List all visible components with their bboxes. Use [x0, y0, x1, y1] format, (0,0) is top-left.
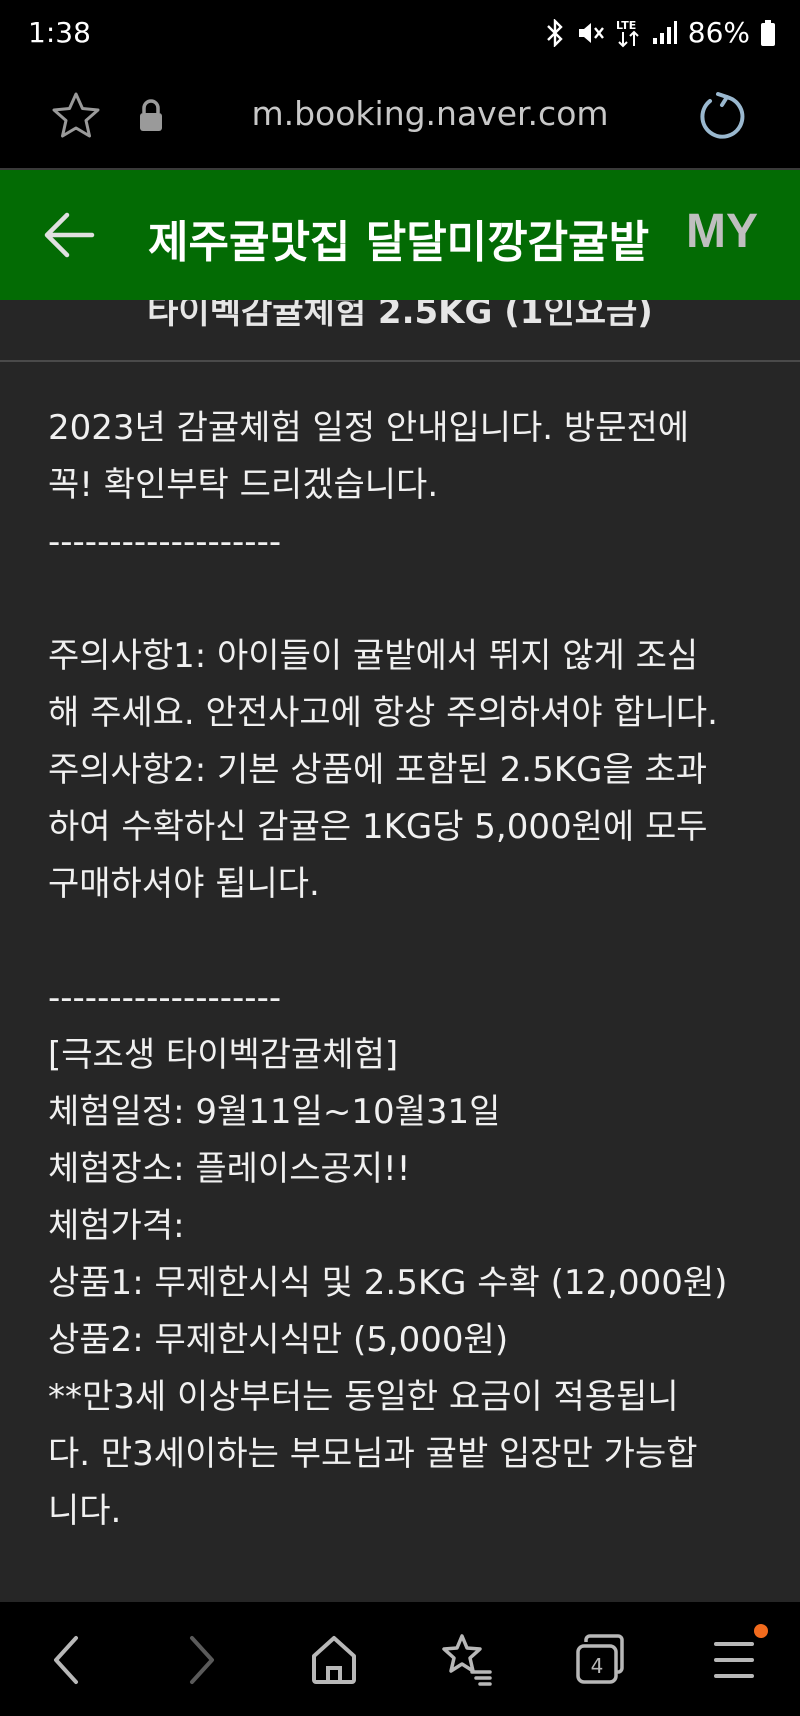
star-icon[interactable]: [50, 90, 102, 142]
reload-icon[interactable]: [696, 90, 748, 142]
notice-line: 주의사항1: 아이들이 귤밭에서 뛰지 않게 조심: [48, 636, 699, 676]
bookmarks-icon[interactable]: [436, 1632, 496, 1688]
notice-line: -------------------: [48, 522, 282, 562]
notice-line: 상품1: 무제한시식 및 2.5KG 수확 (12,000원): [48, 1263, 728, 1303]
notice-line: 니다.: [48, 1491, 122, 1531]
forward-icon[interactable]: [172, 1632, 232, 1688]
notification-badge: [754, 1624, 768, 1638]
notice-line: 주의사항2: 기본 상품에 포함된 2.5KG을 초과: [48, 750, 708, 790]
browser-bottom-nav: 4: [0, 1602, 800, 1716]
url-text[interactable]: m.booking.naver.com: [180, 94, 680, 133]
notice-line: -------------------: [48, 978, 282, 1018]
notice-content: 2023년 감귤체험 일정 안내입니다. 방문전에 꼭! 확인부탁 드리겠습니다…: [48, 400, 768, 1540]
notice-line: [48, 571, 768, 628]
my-button[interactable]: MY: [686, 204, 758, 259]
lte-icon: LTE: [616, 18, 642, 48]
menu-icon[interactable]: [704, 1632, 764, 1688]
back-arrow-icon[interactable]: [42, 210, 96, 260]
notice-line: [48, 913, 768, 970]
notice-line: 해 주세요. 안전사고에 항상 주의하셔야 합니다.: [48, 693, 718, 733]
notice-line: 체험장소: 플레이스공지!!: [48, 1149, 411, 1189]
browser-url-bar: m.booking.naver.com: [0, 70, 800, 170]
page-title: 제주귤맛집 달달미깡감귤밭: [148, 217, 650, 268]
mute-icon: [576, 19, 606, 47]
notice-line: [극조생 타이벡감귤체험]: [48, 1035, 399, 1075]
notice-line: 상품2: 무제한시식만 (5,000원): [48, 1320, 509, 1360]
lock-icon: [136, 98, 166, 134]
notice-line: 체험일정: 9월11일~10월31일: [48, 1092, 501, 1132]
notice-line: 체험가격:: [48, 1206, 185, 1246]
notice-line: 2023년 감귤체험 일정 안내입니다. 방문전에: [48, 408, 690, 448]
svg-text:LTE: LTE: [616, 19, 636, 32]
battery-icon: [760, 19, 776, 47]
notice-line: **만3세 이상부터는 동일한 요금이 적용됩니: [48, 1377, 679, 1417]
notice-line: 꼭! 확인부탁 드리겠습니다.: [48, 465, 439, 505]
tab-count: 4: [591, 1654, 604, 1678]
screen: 1:38 LTE 86% m.booking.naver.com 제주귤맛집 달…: [0, 0, 800, 1716]
bluetooth-icon: [544, 18, 566, 47]
home-icon[interactable]: [304, 1632, 364, 1688]
status-time: 1:38: [28, 16, 91, 49]
tabs-icon[interactable]: 4: [570, 1632, 630, 1688]
status-bar: 1:38 LTE 86%: [0, 0, 800, 70]
notice-line: 다. 만3세이하는 부모님과 귤밭 입장만 가능합: [48, 1434, 698, 1474]
signal-icon: [652, 20, 678, 46]
notice-line: 하여 수확하신 감귤은 1KG당 5,000원에 모두: [48, 807, 708, 847]
app-header: 제주귤맛집 달달미깡감귤밭 MY: [0, 170, 800, 300]
notice-line: 구매하셔야 됩니다.: [48, 864, 320, 904]
divider: [0, 360, 800, 362]
back-icon[interactable]: [36, 1632, 96, 1688]
battery-percent: 86%: [687, 16, 750, 49]
status-icons: LTE 86%: [544, 16, 776, 49]
